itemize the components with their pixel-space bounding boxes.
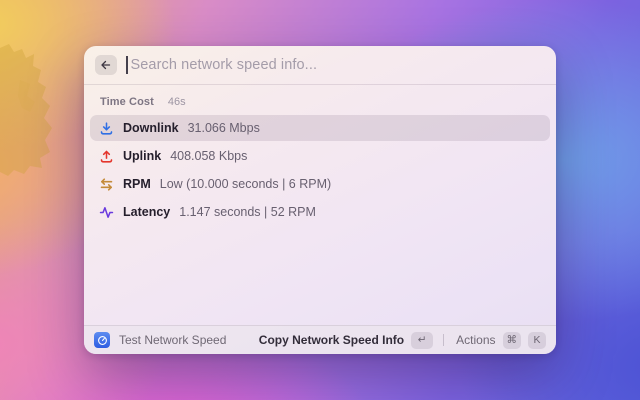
transfer-arrows-icon [99, 177, 114, 192]
wallpaper-map-texture [0, 44, 52, 176]
item-value: Low (10.000 seconds | 6 RPM) [159, 177, 332, 191]
item-title: Uplink [123, 149, 162, 163]
download-icon [99, 121, 114, 136]
search-input[interactable]: Search network speed info... [131, 57, 318, 73]
list-item-latency[interactable]: Latency 1.147 seconds | 52 RPM [90, 199, 550, 225]
item-value: 31.066 Mbps [187, 121, 260, 135]
item-title: Downlink [123, 121, 179, 135]
list-item-rpm[interactable]: RPM Low (10.000 seconds | 6 RPM) [90, 171, 550, 197]
search-bar: Search network speed info... [84, 46, 556, 84]
item-title: RPM [123, 177, 151, 191]
upload-icon [99, 149, 114, 164]
raycast-window: Search network speed info... Time Cost 4… [84, 46, 556, 354]
back-button[interactable] [95, 55, 117, 75]
item-value: 408.058 Kbps [170, 149, 248, 163]
return-key-badge: ↵ [411, 331, 434, 349]
item-value: 1.147 seconds | 52 RPM [179, 205, 316, 219]
section-header: Time Cost 46s [90, 90, 550, 115]
command-name: Test Network Speed [119, 333, 227, 347]
section-accessory: 46s [167, 96, 186, 108]
results-list: Time Cost 46s Downlink 31.066 Mbps Uplin… [84, 85, 556, 225]
cmd-key-badge: ⌘ [502, 331, 521, 349]
desktop-wallpaper: Search network speed info... Time Cost 4… [0, 0, 640, 400]
footer-divider [443, 334, 445, 346]
list-item-downlink[interactable]: Downlink 31.066 Mbps [90, 115, 550, 141]
text-caret [126, 56, 128, 74]
item-title: Latency [123, 205, 171, 219]
primary-action-button[interactable]: Copy Network Speed Info [259, 333, 404, 347]
k-key-badge: K [528, 331, 546, 349]
arrow-left-icon [101, 60, 111, 70]
list-item-uplink[interactable]: Uplink 408.058 Kbps [90, 143, 550, 169]
section-title: Time Cost [100, 96, 154, 108]
actions-button[interactable]: Actions [456, 333, 495, 347]
action-bar: Test Network Speed Copy Network Speed In… [84, 325, 556, 354]
activity-pulse-icon [99, 205, 114, 220]
gauge-icon [94, 332, 110, 348]
